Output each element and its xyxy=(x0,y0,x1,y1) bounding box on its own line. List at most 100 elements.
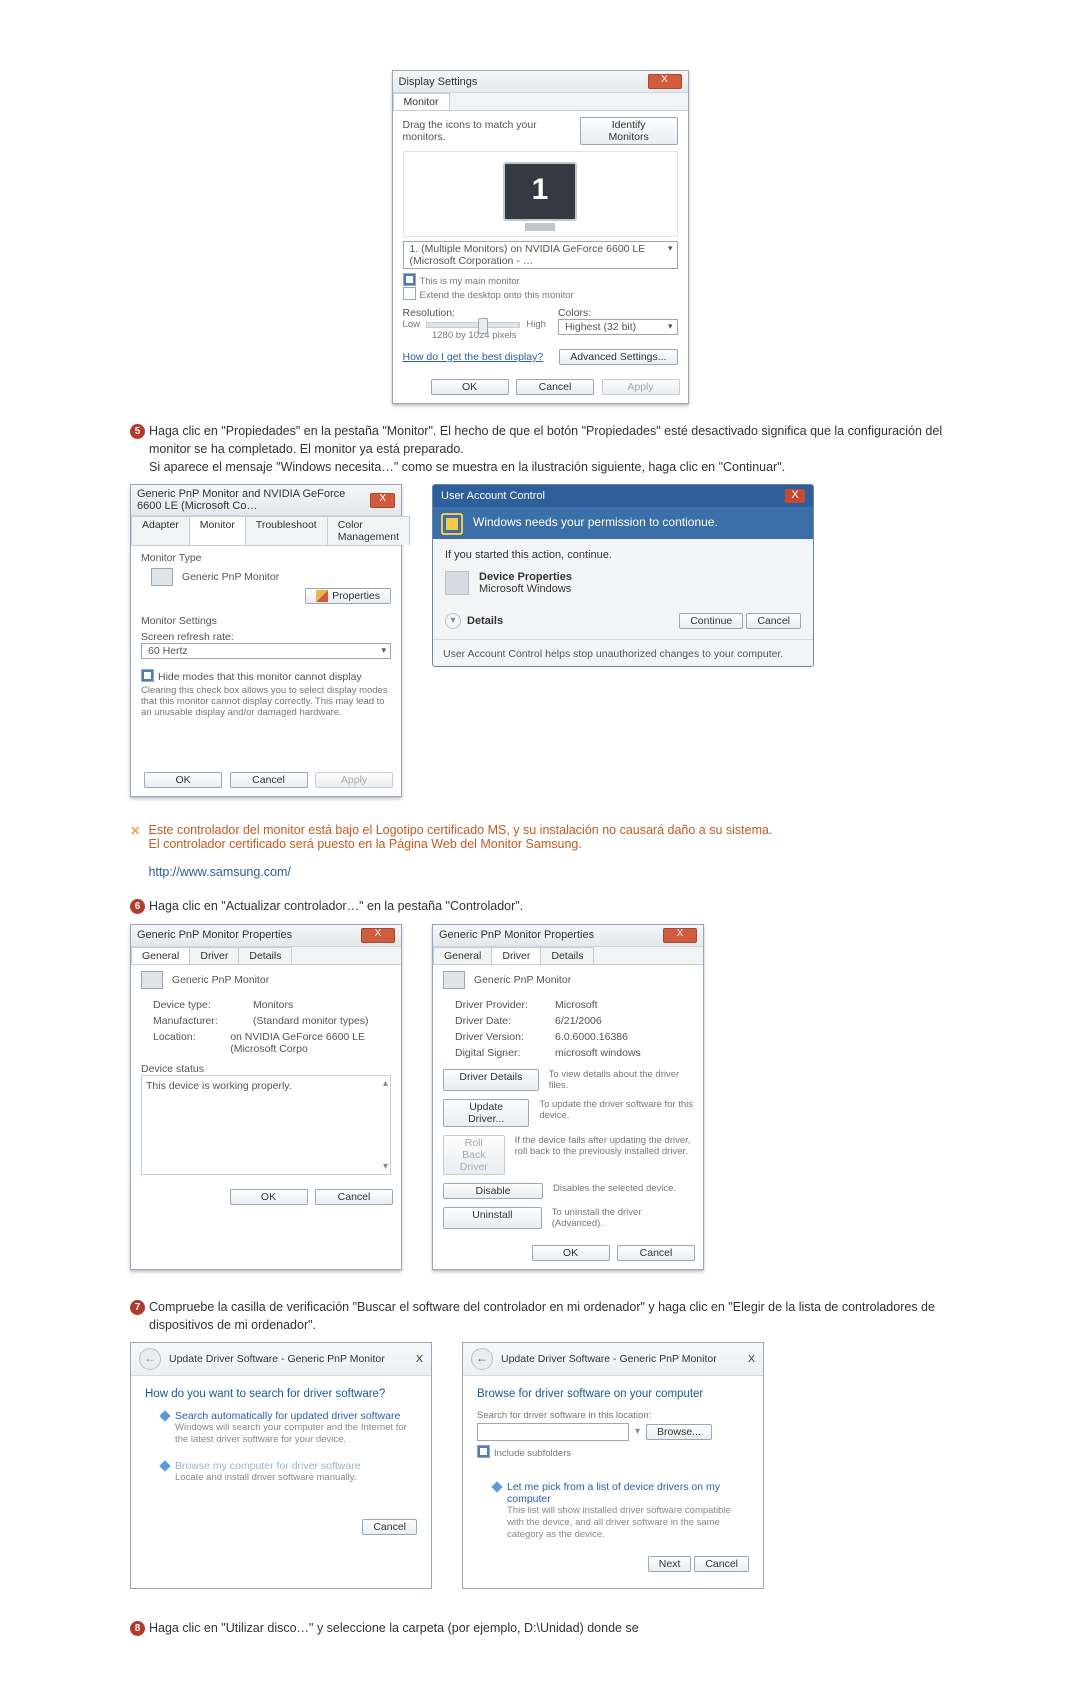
tab-troubleshoot[interactable]: Troubleshoot xyxy=(245,516,328,545)
cancel-button[interactable]: Cancel xyxy=(516,379,594,395)
driver-props-title: Generic PnP Monitor Properties xyxy=(439,929,594,941)
cancel-button[interactable]: Cancel xyxy=(230,772,308,788)
tab-details[interactable]: Details xyxy=(238,947,292,964)
ok-button[interactable]: OK xyxy=(144,772,222,788)
monitor-preview-icon[interactable]: 1 xyxy=(503,162,577,221)
note-marker: ✕ xyxy=(130,823,140,879)
cancel-button[interactable]: Cancel xyxy=(746,613,801,629)
display-settings-title: Display Settings xyxy=(399,76,478,88)
monitor-type-label: Monitor Type xyxy=(141,552,391,564)
advanced-settings-button[interactable]: Advanced Settings... xyxy=(559,349,677,365)
disable-button[interactable]: Disable xyxy=(443,1183,543,1199)
close-icon[interactable]: X xyxy=(416,1353,423,1365)
driver-details-desc: To view details about the driver files. xyxy=(549,1069,693,1091)
tab-adapter[interactable]: Adapter xyxy=(131,516,190,545)
resolution-label: Resolution: xyxy=(403,307,546,319)
tab-general[interactable]: General xyxy=(433,947,492,964)
resolution-slider[interactable]: Low High xyxy=(403,319,546,330)
search-automatically-option[interactable]: Search automatically for updated driver … xyxy=(161,1410,417,1447)
uac-footer: User Account Control helps stop unauthor… xyxy=(433,639,813,666)
identify-monitors-button[interactable]: Identify Monitors xyxy=(580,117,678,145)
monitor-select[interactable]: 1. (Multiple Monitors) on NVIDIA GeForce… xyxy=(403,241,678,269)
samsung-link[interactable]: http://www.samsung.com/ xyxy=(148,865,290,879)
driver-version-label: Driver Version: xyxy=(455,1031,545,1043)
cancel-button[interactable]: Cancel xyxy=(362,1519,417,1535)
cancel-button[interactable]: Cancel xyxy=(315,1189,393,1205)
uac-details-toggle[interactable]: Details xyxy=(467,615,503,627)
tab-general[interactable]: General xyxy=(131,947,190,964)
uac-dialog: User Account Control X Windows needs you… xyxy=(432,484,814,667)
chevron-down-icon[interactable]: ▾ xyxy=(635,1426,640,1437)
cancel-button[interactable]: Cancel xyxy=(694,1556,749,1572)
provider-value: Microsoft xyxy=(555,999,598,1011)
extend-desktop-checkbox[interactable]: Extend the desktop onto this monitor xyxy=(403,287,678,301)
ok-button[interactable]: OK xyxy=(532,1245,610,1261)
uac-program-name: Device Properties xyxy=(479,571,572,583)
monitor-icon xyxy=(443,971,465,989)
close-icon[interactable]: X xyxy=(785,489,805,503)
chevron-down-icon[interactable]: ▾ xyxy=(445,613,461,629)
hide-modes-checkbox[interactable]: Hide modes that this monitor cannot disp… xyxy=(141,669,391,683)
ok-button[interactable]: OK xyxy=(230,1189,308,1205)
slider-low-label: Low xyxy=(403,319,420,330)
driver-details-button[interactable]: Driver Details xyxy=(443,1069,539,1091)
include-subfolders-checkbox[interactable]: Include subfolders xyxy=(477,1445,749,1459)
step-5-text-1: Haga clic en "Propiedades" en la pestaña… xyxy=(149,422,950,458)
uac-title: User Account Control xyxy=(441,490,545,502)
monitor-icon xyxy=(141,971,163,989)
browse-computer-option[interactable]: Browse my computer for driver software L… xyxy=(161,1460,417,1484)
step-5-marker: 5 xyxy=(130,424,145,439)
driver-props-title: Generic PnP Monitor Properties xyxy=(137,929,292,941)
scroll-down-icon[interactable]: ▾ xyxy=(383,1161,388,1172)
option-description: Locate and install driver software manua… xyxy=(175,1472,417,1484)
close-icon[interactable]: X xyxy=(370,493,395,508)
driver-date-value: 6/21/2006 xyxy=(555,1015,602,1027)
update-driver-button[interactable]: Update Driver... xyxy=(443,1099,529,1127)
cancel-button[interactable]: Cancel xyxy=(617,1245,695,1261)
tab-driver[interactable]: Driver xyxy=(491,947,541,964)
step-8-marker: 8 xyxy=(130,1621,145,1636)
location-input[interactable] xyxy=(477,1423,629,1441)
apply-button: Apply xyxy=(602,379,680,395)
next-button[interactable]: Next xyxy=(648,1556,692,1572)
apply-button: Apply xyxy=(315,772,393,788)
step-6-text: Haga clic en "Actualizar controlador…" e… xyxy=(149,897,950,915)
continue-button[interactable]: Continue xyxy=(679,613,743,629)
tab-monitor[interactable]: Monitor xyxy=(189,516,246,545)
device-status-label: Device status xyxy=(141,1063,391,1075)
wizard-breadcrumb: Update Driver Software - Generic PnP Mon… xyxy=(169,1353,385,1365)
properties-button[interactable]: Properties xyxy=(305,588,391,604)
back-icon[interactable]: ← xyxy=(471,1348,493,1370)
close-icon[interactable]: X xyxy=(748,1353,755,1365)
cert-note-1: Este controlador del monitor está bajo e… xyxy=(148,823,772,837)
provider-label: Driver Provider: xyxy=(455,999,545,1011)
main-monitor-checkbox[interactable]: This is my main monitor xyxy=(403,273,678,287)
browse-button[interactable]: Browse... xyxy=(646,1424,712,1440)
uninstall-button[interactable]: Uninstall xyxy=(443,1207,542,1229)
close-icon[interactable]: X xyxy=(663,928,697,943)
option-description: Windows will search your computer and th… xyxy=(175,1422,417,1447)
digital-signer-label: Digital Signer: xyxy=(455,1047,545,1059)
monitor-settings-label: Monitor Settings xyxy=(141,615,391,627)
back-icon[interactable]: ← xyxy=(139,1348,161,1370)
scroll-up-icon[interactable]: ▴ xyxy=(383,1078,388,1089)
option-heading: Let me pick from a list of device driver… xyxy=(507,1481,749,1505)
tab-monitor[interactable]: Monitor xyxy=(393,93,450,110)
close-icon[interactable]: X xyxy=(361,928,395,943)
best-display-link[interactable]: How do I get the best display? xyxy=(403,351,544,363)
tab-details[interactable]: Details xyxy=(540,947,594,964)
refresh-rate-select[interactable]: 60 Hertz xyxy=(141,643,391,659)
uninstall-desc: To uninstall the driver (Advanced). xyxy=(552,1207,693,1229)
manufacturer-value: (Standard monitor types) xyxy=(253,1015,369,1027)
close-icon[interactable]: X xyxy=(648,74,682,89)
ok-button[interactable]: OK xyxy=(431,379,509,395)
tab-driver[interactable]: Driver xyxy=(189,947,239,964)
uac-started-text: If you started this action, continue. xyxy=(445,549,801,561)
colors-select[interactable]: Highest (32 bit) xyxy=(558,319,678,335)
pick-from-list-option[interactable]: Let me pick from a list of device driver… xyxy=(493,1481,749,1542)
search-location-label: Search for driver software in this locat… xyxy=(477,1410,749,1421)
disable-desc: Disables the selected device. xyxy=(553,1183,676,1199)
driver-version-value: 6.0.6000.16386 xyxy=(555,1031,628,1043)
tab-color-management[interactable]: Color Management xyxy=(327,516,410,545)
hide-modes-description: Clearing this check box allows you to se… xyxy=(141,685,391,718)
